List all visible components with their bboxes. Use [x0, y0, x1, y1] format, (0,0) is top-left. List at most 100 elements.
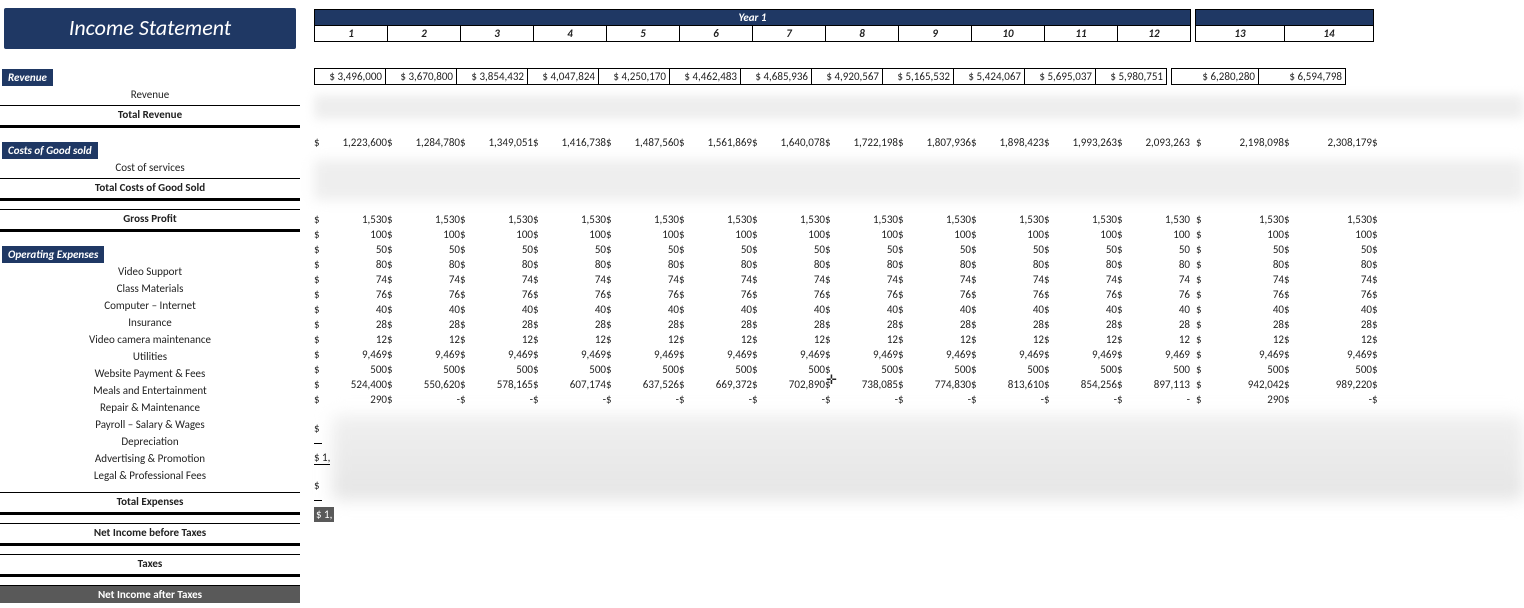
value-cell[interactable]: 9,469 — [541, 347, 606, 362]
value-cell[interactable]: 74 — [1204, 272, 1284, 287]
value-cell[interactable]: 500 — [468, 362, 533, 377]
value-cell[interactable]: 80 — [979, 257, 1044, 272]
value-cell[interactable]: 100 — [541, 227, 606, 242]
value-cell[interactable]: - — [979, 392, 1044, 407]
value-cell[interactable]: 500 — [979, 362, 1044, 377]
value-cell[interactable]: 80 — [468, 257, 533, 272]
value-cell[interactable]: 500 — [1204, 362, 1284, 377]
value-cell[interactable]: 74 — [1052, 272, 1117, 287]
value-cell[interactable]: 28 — [1052, 317, 1117, 332]
value-cell[interactable]: 100 — [614, 227, 679, 242]
value-cell[interactable]: - — [395, 392, 460, 407]
value-cell[interactable]: 76 — [541, 287, 606, 302]
value-cell[interactable]: 40 — [1292, 302, 1372, 317]
value-cell[interactable]: 774,830 — [906, 377, 971, 392]
value-cell[interactable]: 50 — [906, 242, 971, 257]
value-cell[interactable]: 607,174 — [541, 377, 606, 392]
value-cell[interactable]: 50 — [395, 242, 460, 257]
value-cell[interactable]: - — [468, 392, 533, 407]
value-cell[interactable]: 40 — [833, 302, 898, 317]
value-cell[interactable]: 50 — [614, 242, 679, 257]
value-cell[interactable]: 1,530 — [906, 212, 971, 227]
value-cell[interactable]: 28 — [1292, 317, 1372, 332]
value-cell[interactable]: 76 — [1204, 287, 1284, 302]
value-cell[interactable]: 76 — [468, 287, 533, 302]
value-cell[interactable]: 500 — [833, 362, 898, 377]
value-cell[interactable]: 669,372 — [687, 377, 752, 392]
value-cell[interactable]: 100 — [468, 227, 533, 242]
value-cell[interactable]: 50 — [833, 242, 898, 257]
value-cell[interactable]: 9,469 — [1204, 347, 1284, 362]
value-cell[interactable]: 40 — [1125, 302, 1190, 317]
value-cell[interactable]: 1,530 — [395, 212, 460, 227]
value-cell[interactable]: 12 — [687, 332, 752, 347]
value-cell[interactable]: 637,526 — [614, 377, 679, 392]
value-cell[interactable]: 1,284,780 — [395, 135, 460, 150]
value-cell[interactable]: 12 — [833, 332, 898, 347]
value-cell[interactable]: 550,620 — [395, 377, 460, 392]
value-cell[interactable]: 1,530 — [687, 212, 752, 227]
value-cell[interactable]: 40 — [979, 302, 1044, 317]
value-cell[interactable]: 9,469 — [979, 347, 1044, 362]
value-cell[interactable]: 100 — [687, 227, 752, 242]
value-cell[interactable]: 40 — [468, 302, 533, 317]
value-cell[interactable]: 40 — [687, 302, 752, 317]
value-cell[interactable]: 76 — [979, 287, 1044, 302]
value-cell[interactable]: 12 — [322, 332, 387, 347]
value-cell[interactable]: 76 — [614, 287, 679, 302]
value-cell[interactable]: - — [1052, 392, 1117, 407]
value-cell[interactable]: 80 — [1125, 257, 1190, 272]
value-cell[interactable]: 28 — [687, 317, 752, 332]
value-cell[interactable]: 500 — [760, 362, 825, 377]
value-cell[interactable]: 40 — [906, 302, 971, 317]
value-cell[interactable]: - — [614, 392, 679, 407]
value-cell[interactable]: 1,530 — [1052, 212, 1117, 227]
value-cell[interactable]: 1,993,263 — [1052, 135, 1117, 150]
value-cell[interactable]: 74 — [979, 272, 1044, 287]
value-cell[interactable]: 76 — [1125, 287, 1190, 302]
value-cell[interactable]: 80 — [760, 257, 825, 272]
value-cell[interactable]: 1,487,560 — [614, 135, 679, 150]
value-cell[interactable]: 12 — [395, 332, 460, 347]
value-cell[interactable]: 74 — [833, 272, 898, 287]
value-cell[interactable]: 1,530 — [322, 212, 387, 227]
value-cell[interactable]: 28 — [614, 317, 679, 332]
value-cell[interactable]: 100 — [979, 227, 1044, 242]
value-cell[interactable]: 50 — [1204, 242, 1284, 257]
value-cell[interactable]: 76 — [833, 287, 898, 302]
value-cell[interactable]: 1,530 — [541, 212, 606, 227]
value-cell[interactable]: 80 — [687, 257, 752, 272]
value-cell[interactable]: 80 — [1052, 257, 1117, 272]
value-cell[interactable]: 9,469 — [468, 347, 533, 362]
value-cell[interactable]: 500 — [614, 362, 679, 377]
value-cell[interactable]: 100 — [833, 227, 898, 242]
value-cell[interactable]: 80 — [1204, 257, 1284, 272]
value-cell[interactable]: 74 — [760, 272, 825, 287]
value-cell[interactable]: 28 — [541, 317, 606, 332]
value-cell[interactable]: 12 — [1292, 332, 1372, 347]
value-cell[interactable]: 2,093,263 — [1125, 135, 1190, 150]
revenue-cell[interactable]: $ 6,594,798 — [1259, 69, 1346, 85]
value-cell[interactable]: 80 — [614, 257, 679, 272]
value-cell[interactable]: 500 — [1292, 362, 1372, 377]
value-cell[interactable]: 28 — [1204, 317, 1284, 332]
value-cell[interactable]: 50 — [322, 242, 387, 257]
value-cell[interactable]: 74 — [322, 272, 387, 287]
value-cell[interactable]: 1,349,051 — [468, 135, 533, 150]
value-cell[interactable]: 9,469 — [1052, 347, 1117, 362]
value-cell[interactable]: 40 — [541, 302, 606, 317]
value-cell[interactable]: 74 — [687, 272, 752, 287]
value-cell[interactable]: 74 — [468, 272, 533, 287]
value-cell[interactable]: 40 — [614, 302, 679, 317]
value-cell[interactable]: 1,530 — [614, 212, 679, 227]
value-cell[interactable]: 80 — [833, 257, 898, 272]
value-cell[interactable]: 80 — [906, 257, 971, 272]
revenue-cell[interactable]: $ 3,670,800 — [386, 69, 457, 85]
value-cell[interactable]: 28 — [322, 317, 387, 332]
value-cell[interactable]: 524,400 — [322, 377, 387, 392]
value-cell[interactable]: 9,469 — [760, 347, 825, 362]
revenue-cell[interactable]: $ 4,047,824 — [528, 69, 599, 85]
value-cell[interactable]: 500 — [322, 362, 387, 377]
value-cell[interactable]: - — [541, 392, 606, 407]
value-cell[interactable]: 100 — [1125, 227, 1190, 242]
